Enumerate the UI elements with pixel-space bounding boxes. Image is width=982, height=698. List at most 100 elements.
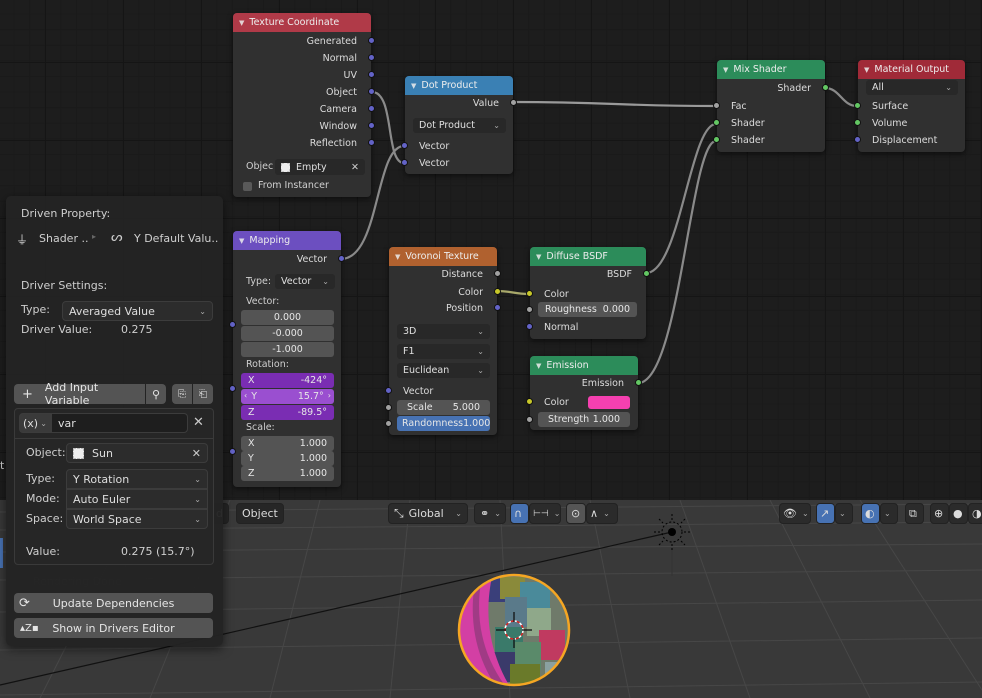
decrement-arrow-icon[interactable]: ‹	[244, 391, 247, 402]
variable-object-field[interactable]: Sun ✕	[66, 443, 208, 463]
collapse-icon[interactable]: ▼	[411, 82, 416, 90]
collapse-icon[interactable]: ▼	[536, 253, 541, 261]
collapse-icon[interactable]: ▼	[239, 19, 244, 27]
driver-type-dropdown[interactable]: Averaged Value ⌄	[62, 301, 213, 321]
socket-color-in[interactable]	[526, 398, 533, 405]
pivot-point-dropdown[interactable]: ⚭ ⌄	[474, 503, 506, 524]
clear-icon[interactable]: ✕	[351, 162, 359, 173]
paste-variables-button[interactable]: ⎗	[193, 384, 213, 404]
socket-roughness-in[interactable]	[526, 306, 533, 313]
selected-sphere[interactable]	[455, 572, 575, 692]
node-emission[interactable]: ▼ Emission Emission Color Strength 1.000	[526, 356, 642, 430]
socket-surface[interactable]	[854, 102, 861, 109]
socket-randomness-in[interactable]	[385, 420, 392, 427]
clear-object-icon[interactable]: ✕	[192, 447, 201, 460]
feature-dropdown[interactable]: F1 ⌄	[397, 344, 490, 359]
collapse-icon[interactable]: ▼	[536, 362, 541, 370]
rotation-x-field[interactable]: X -424°	[241, 373, 334, 388]
variable-mode-dropdown[interactable]: Auto Euler ⌄	[66, 489, 208, 509]
left-edge-active-tool[interactable]	[0, 538, 3, 568]
variable-space-dropdown[interactable]: World Space ⌄	[66, 509, 208, 529]
dimensions-dropdown[interactable]: 3D ⌄	[397, 324, 490, 339]
collapse-icon[interactable]: ▼	[723, 66, 728, 74]
node-dot-product[interactable]: ▼ Dot Product Value Dot Product ⌄ Vector…	[401, 76, 517, 174]
socket-color-out[interactable]	[494, 288, 501, 295]
socket-generated[interactable]	[368, 37, 375, 44]
rotation-y-field[interactable]: ‹ Y 15.7° ›	[241, 389, 334, 404]
increment-arrow-icon[interactable]: ›	[328, 391, 331, 402]
node-header[interactable]: ▼ Mapping	[233, 231, 341, 250]
color-swatch[interactable]	[588, 396, 630, 409]
visibility-dropdown[interactable]: 👁 ⌄	[779, 503, 811, 524]
socket-vector-2[interactable]	[401, 159, 408, 166]
operation-dropdown[interactable]: Dot Product ⌄	[413, 118, 506, 133]
falloff-dropdown[interactable]: ∧ ⌄	[586, 503, 618, 524]
scale-z-field[interactable]: Z 1.000	[241, 466, 334, 481]
socket-strength-in[interactable]	[526, 416, 533, 423]
socket-distance[interactable]	[494, 270, 501, 277]
scale-x-field[interactable]: X 1.000	[241, 436, 334, 451]
vector-y-field[interactable]: -0.000	[241, 326, 334, 341]
node-header[interactable]: ▼ Diffuse BSDF	[530, 247, 646, 266]
socket-normal[interactable]	[368, 54, 375, 61]
socket-displacement[interactable]	[854, 136, 861, 143]
socket-value[interactable]	[510, 99, 517, 106]
rotation-z-field[interactable]: Z -89.5°	[241, 405, 334, 420]
collapse-icon[interactable]: ▼	[864, 66, 869, 74]
socket-window[interactable]	[368, 122, 375, 129]
roughness-field[interactable]: Roughness 0.000	[538, 302, 637, 317]
xray-toggle[interactable]: ⧉	[905, 503, 924, 524]
scale-field[interactable]: Scale 5.000	[397, 400, 490, 415]
socket-vector-in[interactable]	[229, 321, 236, 328]
collapse-icon[interactable]: ▼	[395, 253, 400, 261]
socket-shader-1[interactable]	[713, 119, 720, 126]
from-instancer-checkbox[interactable]	[243, 182, 252, 191]
node-header[interactable]: ▼ Texture Coordinate	[233, 13, 371, 32]
vector-z-field[interactable]: -1.000	[241, 342, 334, 357]
add-input-variable-button[interactable]: + Add Input Variable	[14, 381, 145, 407]
menu-object[interactable]: Object	[236, 503, 284, 524]
driver-editor-popup[interactable]: Driven Property: ⏚ Shader .. ▸ ᔕ Y Defau…	[6, 196, 223, 646]
snap-target-dropdown[interactable]: ⊢⊣ ⌄	[529, 503, 561, 524]
socket-position[interactable]	[494, 304, 501, 311]
socket-normal-in[interactable]	[526, 323, 533, 330]
shading-wireframe[interactable]: ⊕	[930, 503, 949, 524]
remove-variable-icon[interactable]: ✕	[193, 415, 204, 430]
node-texture-coordinate[interactable]: ▼ Texture Coordinate Generated Normal UV…	[233, 13, 375, 197]
socket-object[interactable]	[368, 88, 375, 95]
socket-scale-in[interactable]	[385, 404, 392, 411]
socket-volume[interactable]	[854, 119, 861, 126]
socket-emission[interactable]	[635, 379, 642, 386]
node-voronoi-texture[interactable]: ▼ Voronoi Texture Distance Color Positio…	[385, 247, 501, 435]
node-header[interactable]: ▼ Dot Product	[405, 76, 513, 95]
gizmo-toggle[interactable]: ↗	[816, 503, 835, 524]
node-header[interactable]: ▼ Voronoi Texture	[389, 247, 497, 266]
gizmo-dropdown[interactable]: ⌄	[835, 503, 853, 524]
overlays-dropdown[interactable]: ⌄	[880, 503, 898, 524]
socket-reflection[interactable]	[368, 139, 375, 146]
snap-toggle[interactable]: ∩	[510, 503, 529, 524]
object-field[interactable]: Empty ✕	[275, 159, 365, 175]
node-mapping[interactable]: ▼ Mapping Vector Type: Vector ⌄ Vector: …	[229, 231, 345, 487]
socket-rotation-in[interactable]	[229, 385, 236, 392]
node-material-output[interactable]: ▼ Material Output All ⌄ Surface Volume D…	[854, 60, 965, 152]
randomness-field[interactable]: Randomness 1.000	[397, 416, 490, 431]
shading-material[interactable]: ◑	[968, 503, 982, 524]
variable-name-input[interactable]: var	[51, 413, 188, 433]
copy-variables-button[interactable]: ⎘	[172, 384, 192, 404]
collapse-icon[interactable]: ▼	[239, 237, 244, 245]
socket-scale-in[interactable]	[229, 448, 236, 455]
socket-camera[interactable]	[368, 105, 375, 112]
node-header[interactable]: ▼ Mix Shader	[717, 60, 825, 79]
socket-uv[interactable]	[368, 71, 375, 78]
socket-shader-2[interactable]	[713, 136, 720, 143]
shading-solid[interactable]: ●	[949, 503, 968, 524]
socket-vector-out[interactable]	[338, 255, 345, 262]
socket-fac[interactable]	[713, 102, 720, 109]
variable-type-dropdown[interactable]: (x) ⌄	[19, 413, 51, 433]
node-diffuse-bsdf[interactable]: ▼ Diffuse BSDF BSDF Color Roughness 0.000…	[526, 247, 650, 339]
node-mix-shader[interactable]: ▼ Mix Shader Shader Fac Shader Shader	[713, 60, 829, 152]
node-header[interactable]: ▼ Emission	[530, 356, 638, 375]
node-header[interactable]: ▼ Material Output	[858, 60, 965, 79]
vector-x-field[interactable]: 0.000	[241, 310, 334, 325]
